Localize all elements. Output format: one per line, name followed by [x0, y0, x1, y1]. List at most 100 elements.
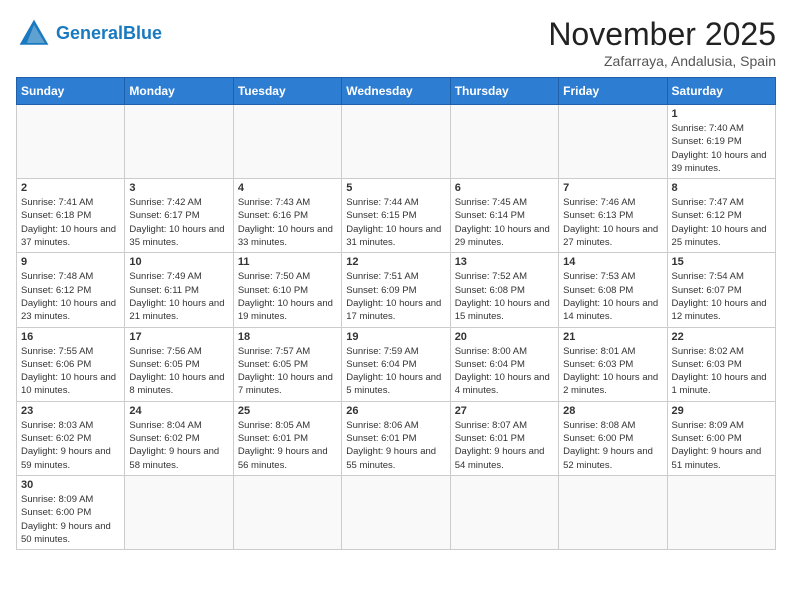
- table-row: 16Sunrise: 7:55 AM Sunset: 6:06 PM Dayli…: [17, 327, 125, 401]
- col-tuesday: Tuesday: [233, 78, 341, 105]
- table-row: 27Sunrise: 8:07 AM Sunset: 6:01 PM Dayli…: [450, 401, 558, 475]
- table-row: 17Sunrise: 7:56 AM Sunset: 6:05 PM Dayli…: [125, 327, 233, 401]
- day-number: 9: [21, 256, 120, 268]
- day-number: 12: [346, 256, 445, 268]
- day-number: 4: [238, 182, 337, 194]
- day-number: 6: [455, 182, 554, 194]
- day-number: 17: [129, 331, 228, 343]
- calendar-table: Sunday Monday Tuesday Wednesday Thursday…: [16, 77, 776, 550]
- table-row: [667, 475, 775, 549]
- table-row: [17, 105, 125, 179]
- day-number: 8: [672, 182, 771, 194]
- month-title: November 2025: [548, 16, 776, 53]
- table-row: [342, 105, 450, 179]
- day-info: Sunrise: 7:53 AM Sunset: 6:08 PM Dayligh…: [563, 270, 662, 323]
- title-area: November 2025 Zafarraya, Andalusia, Spai…: [548, 16, 776, 69]
- table-row: [559, 475, 667, 549]
- calendar-row: 2 Sunrise: 7:41 AM Sunset: 6:18 PM Daylig…: [17, 179, 776, 253]
- table-row: [125, 105, 233, 179]
- day-info: Sunrise: 7:52 AM Sunset: 6:08 PM Dayligh…: [455, 270, 554, 323]
- table-row: 22Sunrise: 8:02 AM Sunset: 6:03 PM Dayli…: [667, 327, 775, 401]
- day-info: Sunrise: 8:06 AM Sunset: 6:01 PM Dayligh…: [346, 419, 445, 472]
- day-number: 25: [238, 405, 337, 417]
- col-monday: Monday: [125, 78, 233, 105]
- day-info: Sunrise: 7:44 AM Sunset: 6:15 PM Dayligh…: [346, 196, 445, 249]
- table-row: 25 Sunrise: 8:05 AM Sunset: 6:01 PM Dayli…: [233, 401, 341, 475]
- table-row: 18 Sunrise: 7:57 AM Sunset: 6:05 PM Dayli…: [233, 327, 341, 401]
- day-number: 28: [563, 405, 662, 417]
- table-row: 12Sunrise: 7:51 AM Sunset: 6:09 PM Dayli…: [342, 253, 450, 327]
- table-row: 3Sunrise: 7:42 AM Sunset: 6:17 PM Daylig…: [125, 179, 233, 253]
- day-number: 18: [238, 331, 337, 343]
- calendar-row: 23Sunrise: 8:03 AM Sunset: 6:02 PM Dayli…: [17, 401, 776, 475]
- table-row: 19 Sunrise: 7:59 AM Sunset: 6:04 PM Dayli…: [342, 327, 450, 401]
- table-row: 10 Sunrise: 7:49 AM Sunset: 6:11 PM Dayli…: [125, 253, 233, 327]
- table-row: 6 Sunrise: 7:45 AM Sunset: 6:14 PM Daylig…: [450, 179, 558, 253]
- col-wednesday: Wednesday: [342, 78, 450, 105]
- day-number: 11: [238, 256, 337, 268]
- col-sunday: Sunday: [17, 78, 125, 105]
- day-number: 22: [672, 331, 771, 343]
- table-row: 14 Sunrise: 7:53 AM Sunset: 6:08 PM Dayli…: [559, 253, 667, 327]
- day-info: Sunrise: 7:55 AM Sunset: 6:06 PM Dayligh…: [21, 345, 120, 398]
- table-row: [233, 105, 341, 179]
- col-saturday: Saturday: [667, 78, 775, 105]
- day-info: Sunrise: 7:43 AM Sunset: 6:16 PM Dayligh…: [238, 196, 337, 249]
- day-number: 19: [346, 331, 445, 343]
- day-info: Sunrise: 7:46 AM Sunset: 6:13 PM Dayligh…: [563, 196, 662, 249]
- col-thursday: Thursday: [450, 78, 558, 105]
- day-info: Sunrise: 8:00 AM Sunset: 6:04 PM Dayligh…: [455, 345, 554, 398]
- table-row: [450, 105, 558, 179]
- day-number: 10: [129, 256, 228, 268]
- day-number: 15: [672, 256, 771, 268]
- table-row: 29 Sunrise: 8:09 AM Sunset: 6:00 PM Dayli…: [667, 401, 775, 475]
- day-number: 13: [455, 256, 554, 268]
- logo-text: GeneralBlue: [56, 24, 162, 44]
- day-info: Sunrise: 8:07 AM Sunset: 6:01 PM Dayligh…: [455, 419, 554, 472]
- table-row: 5Sunrise: 7:44 AM Sunset: 6:15 PM Daylig…: [342, 179, 450, 253]
- table-row: 21Sunrise: 8:01 AM Sunset: 6:03 PM Dayli…: [559, 327, 667, 401]
- table-row: [233, 475, 341, 549]
- logo: GeneralBlue: [16, 16, 162, 52]
- table-row: [342, 475, 450, 549]
- day-info: Sunrise: 7:50 AM Sunset: 6:10 PM Dayligh…: [238, 270, 337, 323]
- day-info: Sunrise: 7:40 AM Sunset: 6:19 PM Dayligh…: [672, 122, 771, 175]
- day-info: Sunrise: 7:59 AM Sunset: 6:04 PM Dayligh…: [346, 345, 445, 398]
- table-row: 23Sunrise: 8:03 AM Sunset: 6:02 PM Dayli…: [17, 401, 125, 475]
- table-row: 20 Sunrise: 8:00 AM Sunset: 6:04 PM Dayli…: [450, 327, 558, 401]
- calendar-row: 9Sunrise: 7:48 AM Sunset: 6:12 PM Daylig…: [17, 253, 776, 327]
- table-row: [450, 475, 558, 549]
- day-number: 14: [563, 256, 662, 268]
- table-row: [125, 475, 233, 549]
- day-info: Sunrise: 7:47 AM Sunset: 6:12 PM Dayligh…: [672, 196, 771, 249]
- table-row: 9Sunrise: 7:48 AM Sunset: 6:12 PM Daylig…: [17, 253, 125, 327]
- table-row: 15Sunrise: 7:54 AM Sunset: 6:07 PM Dayli…: [667, 253, 775, 327]
- day-info: Sunrise: 8:09 AM Sunset: 6:00 PM Dayligh…: [672, 419, 771, 472]
- day-info: Sunrise: 8:05 AM Sunset: 6:01 PM Dayligh…: [238, 419, 337, 472]
- day-number: 2: [21, 182, 120, 194]
- table-row: 8 Sunrise: 7:47 AM Sunset: 6:12 PM Daylig…: [667, 179, 775, 253]
- day-number: 30: [21, 479, 120, 491]
- table-row: [559, 105, 667, 179]
- col-friday: Friday: [559, 78, 667, 105]
- calendar-row: 30Sunrise: 8:09 AM Sunset: 6:00 PM Dayli…: [17, 475, 776, 549]
- day-info: Sunrise: 7:42 AM Sunset: 6:17 PM Dayligh…: [129, 196, 228, 249]
- day-info: Sunrise: 7:49 AM Sunset: 6:11 PM Dayligh…: [129, 270, 228, 323]
- table-row: 24Sunrise: 8:04 AM Sunset: 6:02 PM Dayli…: [125, 401, 233, 475]
- logo-icon: [16, 16, 52, 52]
- day-number: 24: [129, 405, 228, 417]
- table-row: 13 Sunrise: 7:52 AM Sunset: 6:08 PM Dayli…: [450, 253, 558, 327]
- day-number: 26: [346, 405, 445, 417]
- day-number: 29: [672, 405, 771, 417]
- table-row: 26 Sunrise: 8:06 AM Sunset: 6:01 PM Dayli…: [342, 401, 450, 475]
- day-info: Sunrise: 7:57 AM Sunset: 6:05 PM Dayligh…: [238, 345, 337, 398]
- day-number: 20: [455, 331, 554, 343]
- day-number: 23: [21, 405, 120, 417]
- day-info: Sunrise: 7:41 AM Sunset: 6:18 PM Dayligh…: [21, 196, 120, 249]
- table-row: 28Sunrise: 8:08 AM Sunset: 6:00 PM Dayli…: [559, 401, 667, 475]
- table-row: 11 Sunrise: 7:50 AM Sunset: 6:10 PM Dayli…: [233, 253, 341, 327]
- calendar-header-row: Sunday Monday Tuesday Wednesday Thursday…: [17, 78, 776, 105]
- day-info: Sunrise: 7:45 AM Sunset: 6:14 PM Dayligh…: [455, 196, 554, 249]
- page-header: GeneralBlue November 2025 Zafarraya, And…: [16, 16, 776, 69]
- table-row: 1Sunrise: 7:40 AM Sunset: 6:19 PM Daylig…: [667, 105, 775, 179]
